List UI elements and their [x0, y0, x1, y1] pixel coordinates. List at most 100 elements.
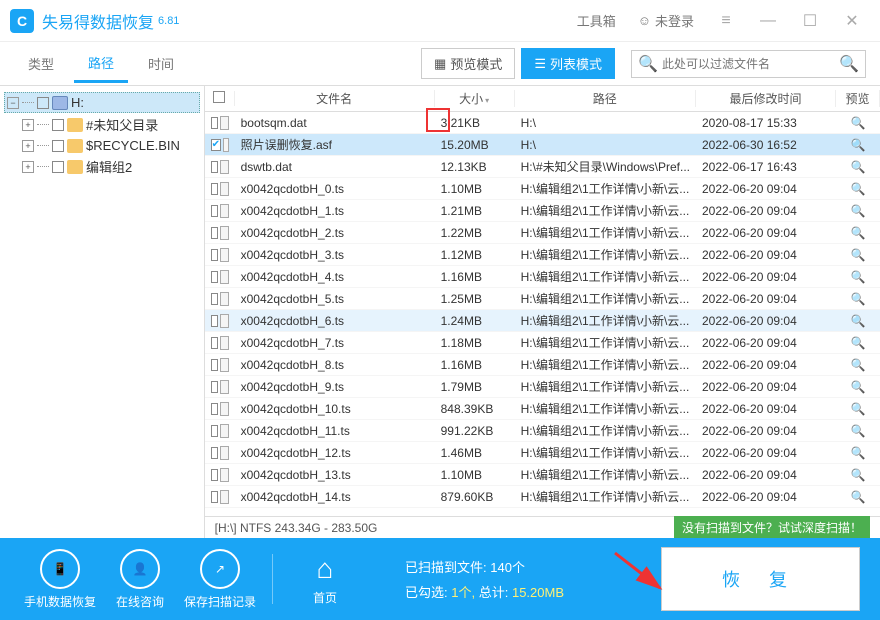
table-row[interactable]: x0042qcdotbH_9.ts1.79MBH:\编辑组2\1工作详情\小新\…: [205, 376, 880, 398]
table-row[interactable]: x0042qcdotbH_5.ts1.25MBH:\编辑组2\1工作详情\小新\…: [205, 288, 880, 310]
table-row[interactable]: x0042qcdotbH_14.ts879.60KBH:\编辑组2\1工作详情\…: [205, 486, 880, 508]
preview-button[interactable]: 🔍: [836, 490, 880, 504]
preview-button[interactable]: 🔍: [836, 138, 880, 152]
preview-button[interactable]: 🔍: [836, 424, 880, 438]
col-path[interactable]: 路径: [515, 90, 696, 107]
expander-icon[interactable]: −: [7, 97, 19, 109]
row-checkbox[interactable]: [211, 249, 218, 261]
tab-time[interactable]: 时间: [134, 46, 188, 81]
cell-date: 2022-06-20 09:04: [696, 182, 836, 196]
preview-button[interactable]: 🔍: [836, 446, 880, 460]
row-checkbox[interactable]: [211, 139, 221, 151]
expander-icon[interactable]: +: [22, 161, 34, 173]
cell-name: x0042qcdotbH_0.ts: [235, 182, 435, 196]
tree-item[interactable]: +$RECYCLE.BIN: [4, 136, 200, 155]
table-row[interactable]: bootsqm.dat3.21KBH:\2020-08-17 15:33🔍: [205, 112, 880, 134]
table-body[interactable]: bootsqm.dat3.21KBH:\2020-08-17 15:33🔍照片误…: [205, 112, 880, 516]
table-row[interactable]: dswtb.dat12.13KBH:\#未知父目录\Windows\Pref..…: [205, 156, 880, 178]
table-row[interactable]: x0042qcdotbH_13.ts1.10MBH:\编辑组2\1工作详情\小新…: [205, 464, 880, 486]
maximize-icon[interactable]: ☐: [792, 3, 828, 39]
preview-button[interactable]: 🔍: [836, 336, 880, 350]
table-row[interactable]: x0042qcdotbH_8.ts1.16MBH:\编辑组2\1工作详情\小新\…: [205, 354, 880, 376]
row-checkbox[interactable]: [211, 469, 218, 481]
preview-button[interactable]: 🔍: [836, 204, 880, 218]
row-checkbox[interactable]: [211, 117, 218, 129]
table-row[interactable]: 照片误删恢复.asf15.20MBH:\2022-06-30 16:52🔍: [205, 134, 880, 156]
list-mode-button[interactable]: ☰ 列表模式: [521, 48, 615, 79]
minimize-icon[interactable]: —: [750, 3, 786, 39]
deep-scan-button[interactable]: 没有扫描到文件？试试深度扫描！: [674, 516, 870, 539]
col-size[interactable]: 大小▾: [435, 90, 515, 107]
table-row[interactable]: x0042qcdotbH_6.ts1.24MBH:\编辑组2\1工作详情\小新\…: [205, 310, 880, 332]
table-row[interactable]: x0042qcdotbH_2.ts1.22MBH:\编辑组2\1工作详情\小新\…: [205, 222, 880, 244]
row-checkbox[interactable]: [211, 271, 218, 283]
row-checkbox[interactable]: [211, 161, 218, 173]
tab-path[interactable]: 路径: [74, 45, 128, 83]
row-checkbox[interactable]: [211, 359, 218, 371]
table-row[interactable]: x0042qcdotbH_1.ts1.21MBH:\编辑组2\1工作详情\小新\…: [205, 200, 880, 222]
preview-button[interactable]: 🔍: [836, 248, 880, 262]
save-scan-button[interactable]: ↗ 保存扫描记录: [180, 549, 260, 610]
col-filename[interactable]: 文件名: [235, 90, 435, 107]
folder-tree[interactable]: − H: +#未知父目录+$RECYCLE.BIN+编辑组2: [0, 86, 205, 538]
search-input[interactable]: [662, 57, 839, 71]
cell-size: 1.25MB: [435, 292, 515, 306]
tree-checkbox[interactable]: [52, 161, 64, 173]
preview-button[interactable]: 🔍: [836, 314, 880, 328]
row-checkbox[interactable]: [211, 227, 218, 239]
login-button[interactable]: ☺ 未登录: [630, 7, 702, 34]
preview-button[interactable]: 🔍: [836, 402, 880, 416]
preview-button[interactable]: 🔍: [836, 116, 880, 130]
home-button[interactable]: ⌂ 首页: [285, 553, 365, 606]
table-row[interactable]: x0042qcdotbH_0.ts1.10MBH:\编辑组2\1工作详情\小新\…: [205, 178, 880, 200]
row-checkbox[interactable]: [211, 315, 218, 327]
row-checkbox[interactable]: [211, 403, 218, 415]
row-checkbox[interactable]: [211, 447, 218, 459]
phone-recovery-button[interactable]: 📱 手机数据恢复: [20, 549, 100, 610]
table-row[interactable]: x0042qcdotbH_11.ts991.22KBH:\编辑组2\1工作详情\…: [205, 420, 880, 442]
tree-checkbox[interactable]: [52, 140, 64, 152]
row-checkbox[interactable]: [211, 337, 218, 349]
tab-type[interactable]: 类型: [14, 46, 68, 81]
tree-item[interactable]: +#未知父目录: [4, 113, 200, 136]
select-all-checkbox[interactable]: [213, 91, 225, 103]
preview-button[interactable]: 🔍: [836, 226, 880, 240]
tree-root[interactable]: − H:: [4, 92, 200, 113]
row-checkbox[interactable]: [211, 381, 218, 393]
search-go-icon[interactable]: 🔍: [839, 54, 859, 74]
cell-size: 1.16MB: [435, 270, 515, 284]
row-checkbox[interactable]: [211, 183, 218, 195]
toolbox-button[interactable]: 工具箱: [569, 7, 624, 34]
user-icon: ☺: [638, 13, 651, 28]
preview-button[interactable]: 🔍: [836, 380, 880, 394]
expander-icon[interactable]: +: [22, 119, 34, 131]
tree-checkbox[interactable]: [52, 119, 64, 131]
tree-checkbox[interactable]: [37, 97, 49, 109]
row-checkbox[interactable]: [211, 205, 218, 217]
expander-icon[interactable]: +: [22, 140, 34, 152]
tree-item[interactable]: +编辑组2: [4, 155, 200, 178]
table-row[interactable]: x0042qcdotbH_12.ts1.46MBH:\编辑组2\1工作详情\小新…: [205, 442, 880, 464]
menu-icon[interactable]: ≡: [708, 3, 744, 39]
table-row[interactable]: x0042qcdotbH_7.ts1.18MBH:\编辑组2\1工作详情\小新\…: [205, 332, 880, 354]
table-row[interactable]: x0042qcdotbH_3.ts1.12MBH:\编辑组2\1工作详情\小新\…: [205, 244, 880, 266]
preview-button[interactable]: 🔍: [836, 292, 880, 306]
recover-button[interactable]: 恢 复: [661, 547, 860, 611]
row-checkbox[interactable]: [211, 425, 218, 437]
col-preview[interactable]: 预览: [836, 90, 880, 107]
table-row[interactable]: x0042qcdotbH_4.ts1.16MBH:\编辑组2\1工作详情\小新\…: [205, 266, 880, 288]
preview-button[interactable]: 🔍: [836, 468, 880, 482]
row-checkbox[interactable]: [211, 293, 218, 305]
col-date[interactable]: 最后修改时间: [696, 90, 836, 107]
preview-button[interactable]: 🔍: [836, 358, 880, 372]
preview-button[interactable]: 🔍: [836, 270, 880, 284]
preview-button[interactable]: 🔍: [836, 160, 880, 174]
preview-button[interactable]: 🔍: [836, 182, 880, 196]
preview-mode-button[interactable]: ▦ 预览模式: [421, 48, 515, 79]
search-box[interactable]: 🔍 🔍: [631, 50, 866, 78]
consult-button[interactable]: 👤 在线咨询: [100, 549, 180, 610]
cell-date: 2022-06-20 09:04: [696, 402, 836, 416]
table-row[interactable]: x0042qcdotbH_10.ts848.39KBH:\编辑组2\1工作详情\…: [205, 398, 880, 420]
row-checkbox[interactable]: [211, 491, 218, 503]
close-icon[interactable]: ✕: [834, 3, 870, 39]
